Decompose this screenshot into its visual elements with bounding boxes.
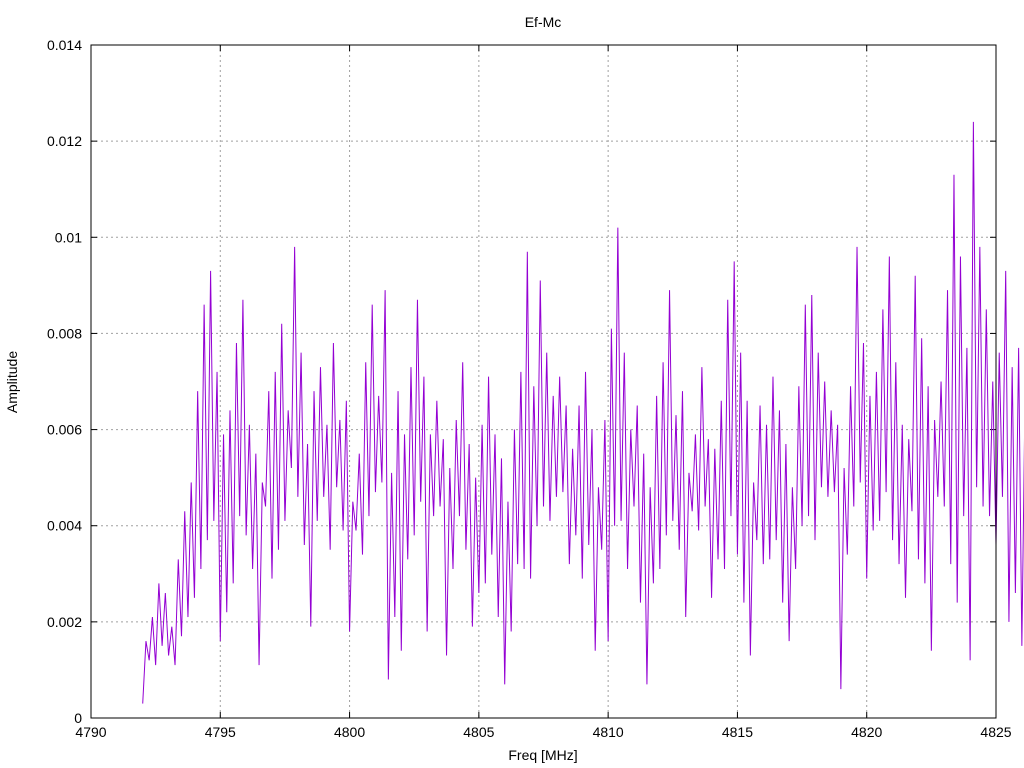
y-tick-label: 0.014 bbox=[47, 37, 82, 53]
line-chart: 4790 4795 4800 4805 4810 4815 4820 4825 0 0.002 0… bbox=[0, 0, 1024, 768]
x-axis-label: Freq [MHz] bbox=[508, 747, 577, 763]
y-tick-label: 0.01 bbox=[55, 229, 82, 245]
x-tick-label: 4815 bbox=[722, 724, 753, 740]
chart-background bbox=[0, 0, 1024, 768]
y-tick-label: 0 bbox=[74, 710, 82, 726]
y-tick-label: 0.012 bbox=[47, 133, 82, 149]
y-axis-label: Amplitude bbox=[4, 351, 20, 413]
x-tick-label: 4790 bbox=[75, 724, 106, 740]
x-tick-label: 4825 bbox=[980, 724, 1011, 740]
y-tick-label: 0.006 bbox=[47, 422, 82, 438]
y-tick-label: 0.008 bbox=[47, 325, 82, 341]
x-tick-label: 4810 bbox=[593, 724, 624, 740]
x-tick-label: 4795 bbox=[205, 724, 236, 740]
x-tick-label: 4805 bbox=[463, 724, 494, 740]
chart-title: Ef-Mc bbox=[525, 14, 562, 30]
x-tick-label: 4820 bbox=[851, 724, 882, 740]
x-tick-label: 4800 bbox=[334, 724, 365, 740]
y-tick-label: 0.004 bbox=[47, 518, 82, 534]
y-tick-label: 0.002 bbox=[47, 614, 82, 630]
